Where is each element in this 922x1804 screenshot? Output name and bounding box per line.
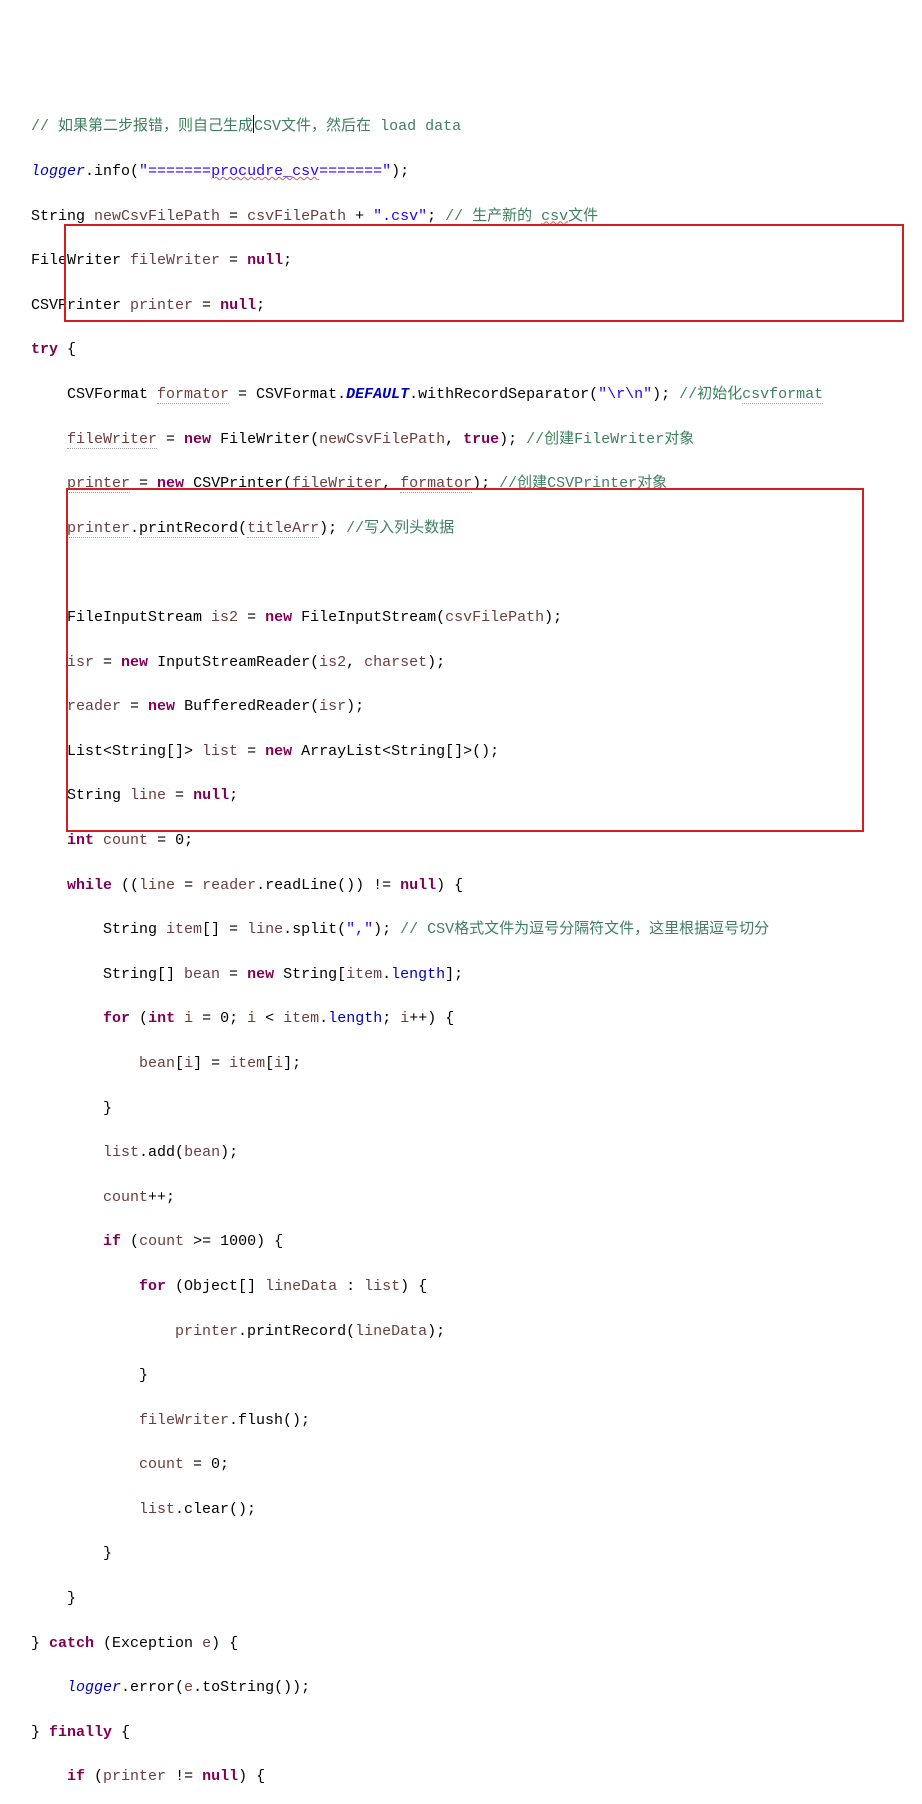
code-line: } catch (Exception e) { (4, 1633, 922, 1655)
code-line: count = 0; (4, 1454, 922, 1476)
code-line: printer.printRecord(titleArr); //写入列头数据 (4, 518, 922, 540)
code-line: logger.error(e.toString()); (4, 1677, 922, 1699)
code-line: logger.info("=======procudre_csv======="… (4, 161, 922, 183)
code-line: // 如果第二步报错，则自己生成CSV文件，然后在 load data (4, 115, 922, 138)
code-line: for (Object[] lineData : list) { (4, 1276, 922, 1298)
code-line: printer.printRecord(lineData); (4, 1321, 922, 1343)
code-line: for (int i = 0; i < item.length; i++) { (4, 1008, 922, 1030)
code-line: FileInputStream is2 = new FileInputStrea… (4, 607, 922, 629)
code-line: if (printer != null) { (4, 1766, 922, 1788)
code-editor-content[interactable]: // 如果第二步报错，则自己生成CSV文件，然后在 load data logg… (4, 93, 922, 1804)
code-line: } (4, 1543, 922, 1565)
code-line: List<String[]> list = new ArrayList<Stri… (4, 741, 922, 763)
code-line: bean[i] = item[i]; (4, 1053, 922, 1075)
code-line: CSVFormat formator = CSVFormat.DEFAULT.w… (4, 384, 922, 406)
code-line: fileWriter.flush(); (4, 1410, 922, 1432)
code-line: if (count >= 1000) { (4, 1231, 922, 1253)
code-line: String[] bean = new String[item.length]; (4, 964, 922, 986)
code-line: list.clear(); (4, 1499, 922, 1521)
code-line: while ((line = reader.readLine()) != nul… (4, 875, 922, 897)
code-line: } finally { (4, 1722, 922, 1744)
code-line: fileWriter = new FileWriter(newCsvFilePa… (4, 429, 922, 451)
code-line: String item[] = line.split(","); // CSV格… (4, 919, 922, 941)
code-line: reader = new BufferedReader(isr); (4, 696, 922, 718)
code-line: try { (4, 339, 922, 361)
code-line: CSVPrinter printer = null; (4, 295, 922, 317)
code-line: String line = null; (4, 785, 922, 807)
code-line (4, 562, 922, 584)
code-line: String newCsvFilePath = csvFilePath + ".… (4, 206, 922, 228)
code-line: int count = 0; (4, 830, 922, 852)
code-line: count++; (4, 1187, 922, 1209)
code-line: FileWriter fileWriter = null; (4, 250, 922, 272)
code-line: printer = new CSVPrinter(fileWriter, for… (4, 473, 922, 495)
code-line: } (4, 1588, 922, 1610)
code-line: } (4, 1365, 922, 1387)
code-line: list.add(bean); (4, 1142, 922, 1164)
code-line: isr = new InputStreamReader(is2, charset… (4, 652, 922, 674)
code-line: } (4, 1098, 922, 1120)
